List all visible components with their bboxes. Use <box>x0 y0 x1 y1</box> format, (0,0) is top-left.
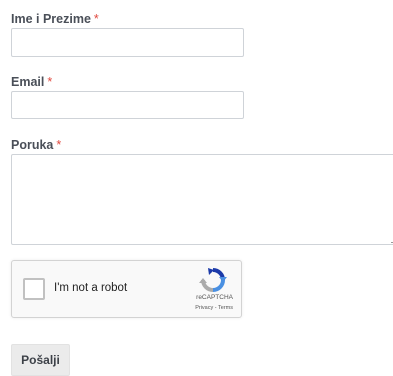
recaptcha-brand: reCAPTCHA <box>196 294 233 301</box>
name-label-text: Ime i Prezime <box>11 12 91 26</box>
message-textarea[interactable] <box>11 154 393 245</box>
submit-button[interactable]: Pošalji <box>11 344 70 376</box>
message-label: Poruka * <box>11 138 61 152</box>
recaptcha-privacy-terms-link[interactable]: Privacy - Terms <box>195 305 233 311</box>
email-label-text: Email <box>11 75 45 89</box>
recaptcha-checkbox-label: I'm not a robot <box>54 282 128 294</box>
required-marker: * <box>47 75 53 89</box>
message-label-text: Poruka <box>11 138 54 152</box>
email-label: Email * <box>11 75 52 89</box>
recaptcha-logo-icon <box>199 268 227 292</box>
name-input[interactable] <box>11 28 244 57</box>
required-marker: * <box>93 12 99 26</box>
email-input[interactable] <box>11 91 244 119</box>
recaptcha-widget: I'm not a robot reCAPTCHA Privacy - Term… <box>11 260 242 318</box>
required-marker: * <box>56 138 62 152</box>
name-label: Ime i Prezime * <box>11 12 99 26</box>
recaptcha-checkbox[interactable] <box>23 278 45 300</box>
